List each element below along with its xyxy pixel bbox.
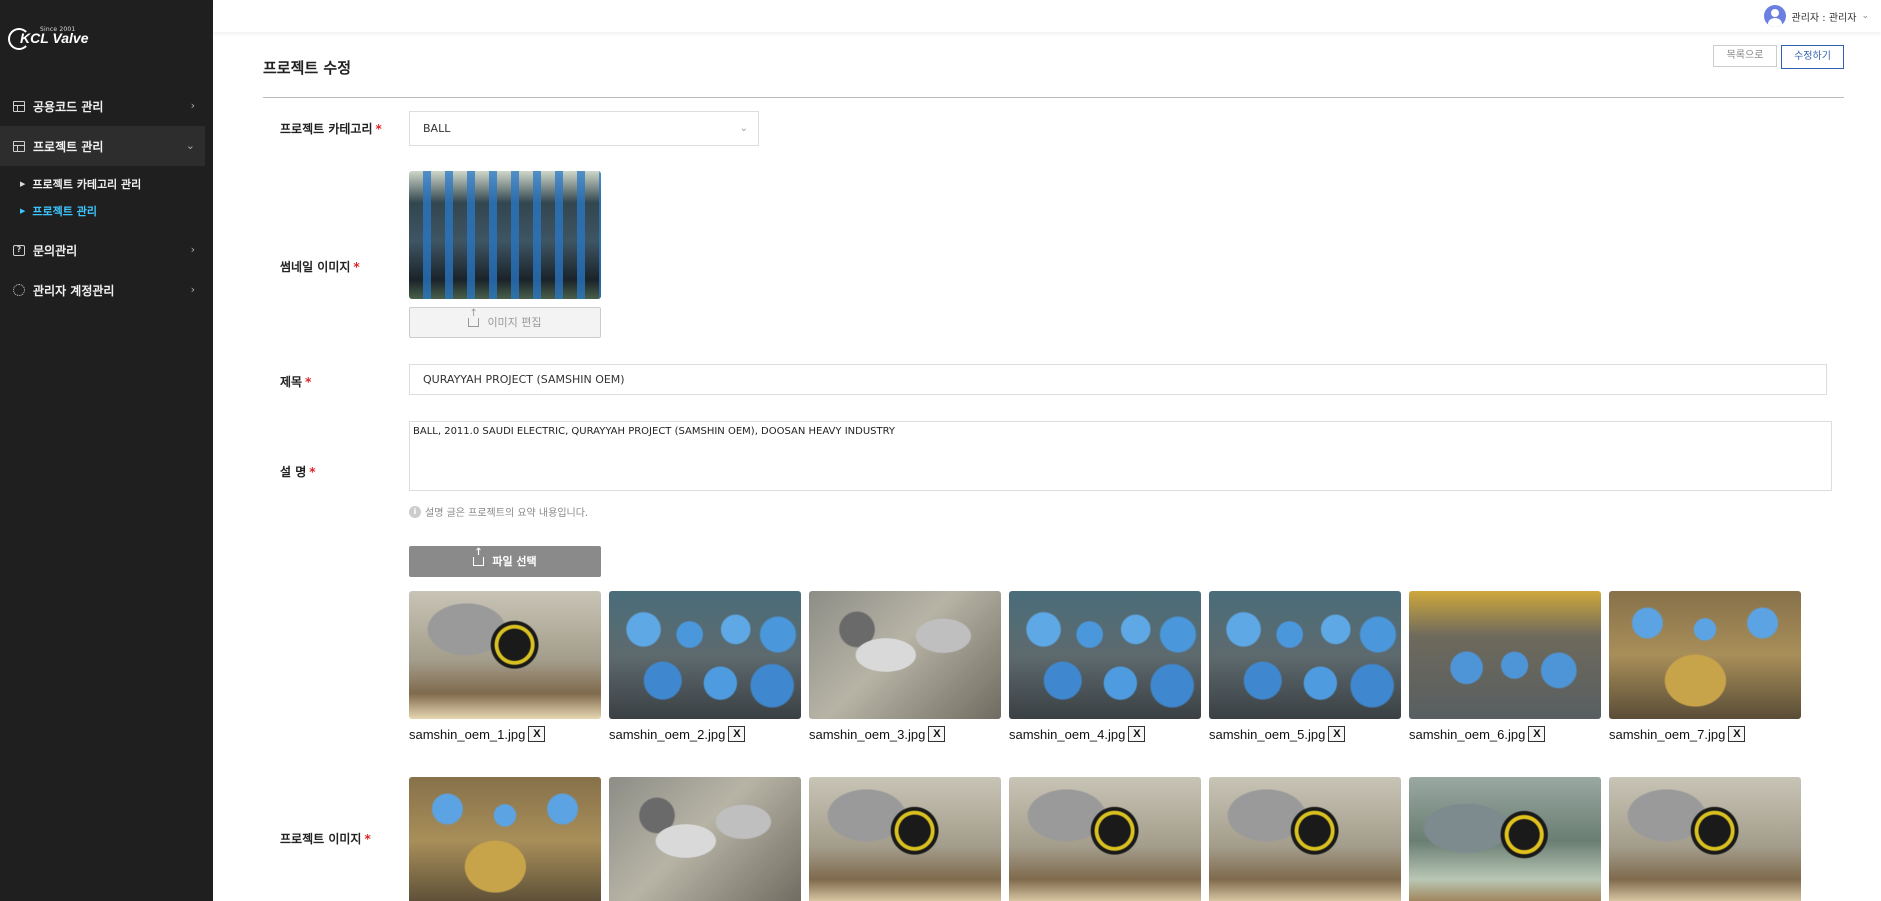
required-mark: * — [375, 122, 382, 136]
gallery-item: samshin_oem_7.jpg X — [1609, 591, 1801, 742]
chevron-down-icon: ⌄ — [185, 139, 195, 152]
help-icon: ? — [13, 244, 25, 256]
gallery-item — [609, 777, 801, 901]
gallery-item — [1409, 777, 1601, 901]
category-select[interactable]: BALL ⌄ — [409, 111, 759, 146]
gallery-image — [1209, 591, 1401, 719]
avatar — [1763, 5, 1786, 27]
remove-image-button[interactable]: X — [928, 726, 946, 742]
sidebar-item-inquiry[interactable]: ? 문의관리 › — [0, 230, 213, 270]
info-icon: i — [409, 505, 421, 518]
gallery-filename: samshin_oem_4.jpg — [1009, 726, 1126, 742]
gallery-item — [1209, 777, 1401, 901]
gallery-item — [1009, 777, 1201, 901]
gallery-filename: samshin_oem_1.jpg — [409, 726, 526, 742]
caret-right-icon: ▶ — [20, 179, 26, 188]
gallery-item: samshin_oem_6.jpg X — [1409, 591, 1601, 742]
gallery-item — [409, 777, 601, 901]
sidebar-submenu-project: ▶ 프로젝트 카테고리 관리 ▶ 프로젝트 관리 — [0, 166, 213, 230]
gallery-image — [1409, 777, 1601, 901]
top-bar: 관리자 : 관리자 ⌄ — [213, 0, 1881, 32]
upload-icon — [468, 309, 480, 327]
back-to-list-button[interactable]: 목록으로 — [1713, 45, 1777, 67]
sidebar-subitem-project-manage[interactable]: ▶ 프로젝트 관리 — [0, 197, 213, 224]
table-icon — [13, 100, 25, 112]
table-icon — [13, 140, 25, 152]
gallery-filename: samshin_oem_3.jpg — [809, 726, 926, 742]
chevron-right-icon: › — [190, 243, 195, 256]
sidebar-menu: 공용코드 관리 › 프로젝트 관리 ⌄ ▶ 프로젝트 카테고리 관리 ▶ 프로젝… — [0, 86, 213, 310]
description-textarea[interactable]: BALL, 2011.0 SAUDI ELECTRIC, QURAYYAH PR… — [409, 421, 1832, 491]
sidebar-item-label: 공용코드 관리 — [33, 99, 104, 114]
gallery-image — [409, 777, 601, 901]
page-title: 프로젝트 수정 — [263, 59, 352, 77]
gallery-filename: samshin_oem_6.jpg — [1409, 726, 1526, 742]
gallery-image — [1009, 777, 1201, 901]
file-select-button[interactable]: 파일 선택 — [409, 546, 601, 577]
gallery-item — [809, 777, 1001, 901]
gallery-image — [1209, 777, 1401, 901]
sidebar-item-label: 관리자 계정관리 — [33, 283, 115, 298]
gear-icon — [13, 284, 25, 296]
sidebar-item-admin-account[interactable]: 관리자 계정관리 › — [0, 270, 213, 310]
thumbnail-image — [409, 171, 601, 299]
title-input[interactable]: QURAYYAH PROJECT (SAMSHIN OEM) — [409, 364, 1827, 395]
chevron-right-icon: › — [190, 283, 195, 296]
description-label: 설 명 * — [280, 465, 316, 479]
submit-edit-button[interactable]: 수정하기 — [1781, 45, 1844, 69]
caret-right-icon: ▶ — [20, 206, 26, 215]
chevron-down-icon: ⌄ — [1861, 11, 1869, 21]
thumbnail-label: 썸네일 이미지 * — [280, 260, 360, 274]
title-label: 제목 * — [280, 375, 312, 389]
required-mark: * — [309, 465, 316, 479]
sidebar-item-label: 문의관리 — [33, 243, 78, 258]
required-mark: * — [353, 260, 360, 274]
edit-image-button[interactable]: 이미지 편집 — [409, 307, 601, 338]
gallery-image — [609, 777, 801, 901]
project-images-label: 프로젝트 이미지 * — [280, 832, 371, 846]
gallery-image — [1609, 777, 1801, 901]
sidebar: Since 2001 KCL Valve 공용코드 관리 › 프로젝트 관리 ⌄… — [0, 0, 213, 901]
title-divider — [263, 97, 1844, 98]
gallery-filename: samshin_oem_5.jpg — [1209, 726, 1326, 742]
chevron-right-icon: › — [190, 99, 195, 112]
gallery-filename: samshin_oem_2.jpg — [609, 726, 726, 742]
user-menu[interactable]: 관리자 : 관리자 ⌄ — [1763, 5, 1869, 27]
gallery-image — [1609, 591, 1801, 719]
sidebar-item-project[interactable]: 프로젝트 관리 ⌄ — [0, 126, 205, 166]
remove-image-button[interactable]: X — [528, 726, 546, 742]
gallery-item: samshin_oem_5.jpg X — [1209, 591, 1401, 742]
gallery-item: samshin_oem_4.jpg X — [1009, 591, 1201, 742]
gallery-image — [809, 777, 1001, 901]
sidebar-item-label: 프로젝트 관리 — [33, 139, 104, 154]
gallery-image — [609, 591, 801, 719]
gallery-item — [1609, 777, 1801, 901]
description-hint: i 설명 글은 프로젝트의 요약 내용입니다. — [409, 504, 588, 519]
gallery-item: samshin_oem_3.jpg X — [809, 591, 1001, 742]
required-mark: * — [364, 832, 371, 846]
gallery-image — [1009, 591, 1201, 719]
sidebar-subitem-project-category[interactable]: ▶ 프로젝트 카테고리 관리 — [0, 170, 213, 197]
gallery-item: samshin_oem_2.jpg X — [609, 591, 801, 742]
user-label: 관리자 : 관리자 — [1791, 12, 1857, 24]
gallery-image — [409, 591, 601, 719]
gallery-filename: samshin_oem_7.jpg — [1609, 726, 1726, 742]
remove-image-button[interactable]: X — [1128, 726, 1146, 742]
chevron-down-icon: ⌄ — [739, 123, 748, 134]
project-image-gallery-row1: samshin_oem_1.jpg X samshin_oem_2.jpg X sa… — [409, 591, 1809, 742]
category-label: 프로젝트 카테고리 * — [280, 122, 382, 136]
remove-image-button[interactable]: X — [1528, 726, 1546, 742]
remove-image-button[interactable]: X — [1728, 726, 1746, 742]
kcl-valve-logo[interactable]: Since 2001 KCL Valve — [8, 26, 120, 52]
required-mark: * — [305, 375, 312, 389]
sidebar-item-common-code[interactable]: 공용코드 관리 › — [0, 86, 213, 126]
remove-image-button[interactable]: X — [1328, 726, 1346, 742]
gallery-image — [1409, 591, 1601, 719]
project-image-gallery-row2 — [409, 777, 1809, 901]
remove-image-button[interactable]: X — [728, 726, 746, 742]
gallery-image — [809, 591, 1001, 719]
upload-icon — [473, 548, 485, 566]
gallery-item: samshin_oem_1.jpg X — [409, 591, 601, 742]
